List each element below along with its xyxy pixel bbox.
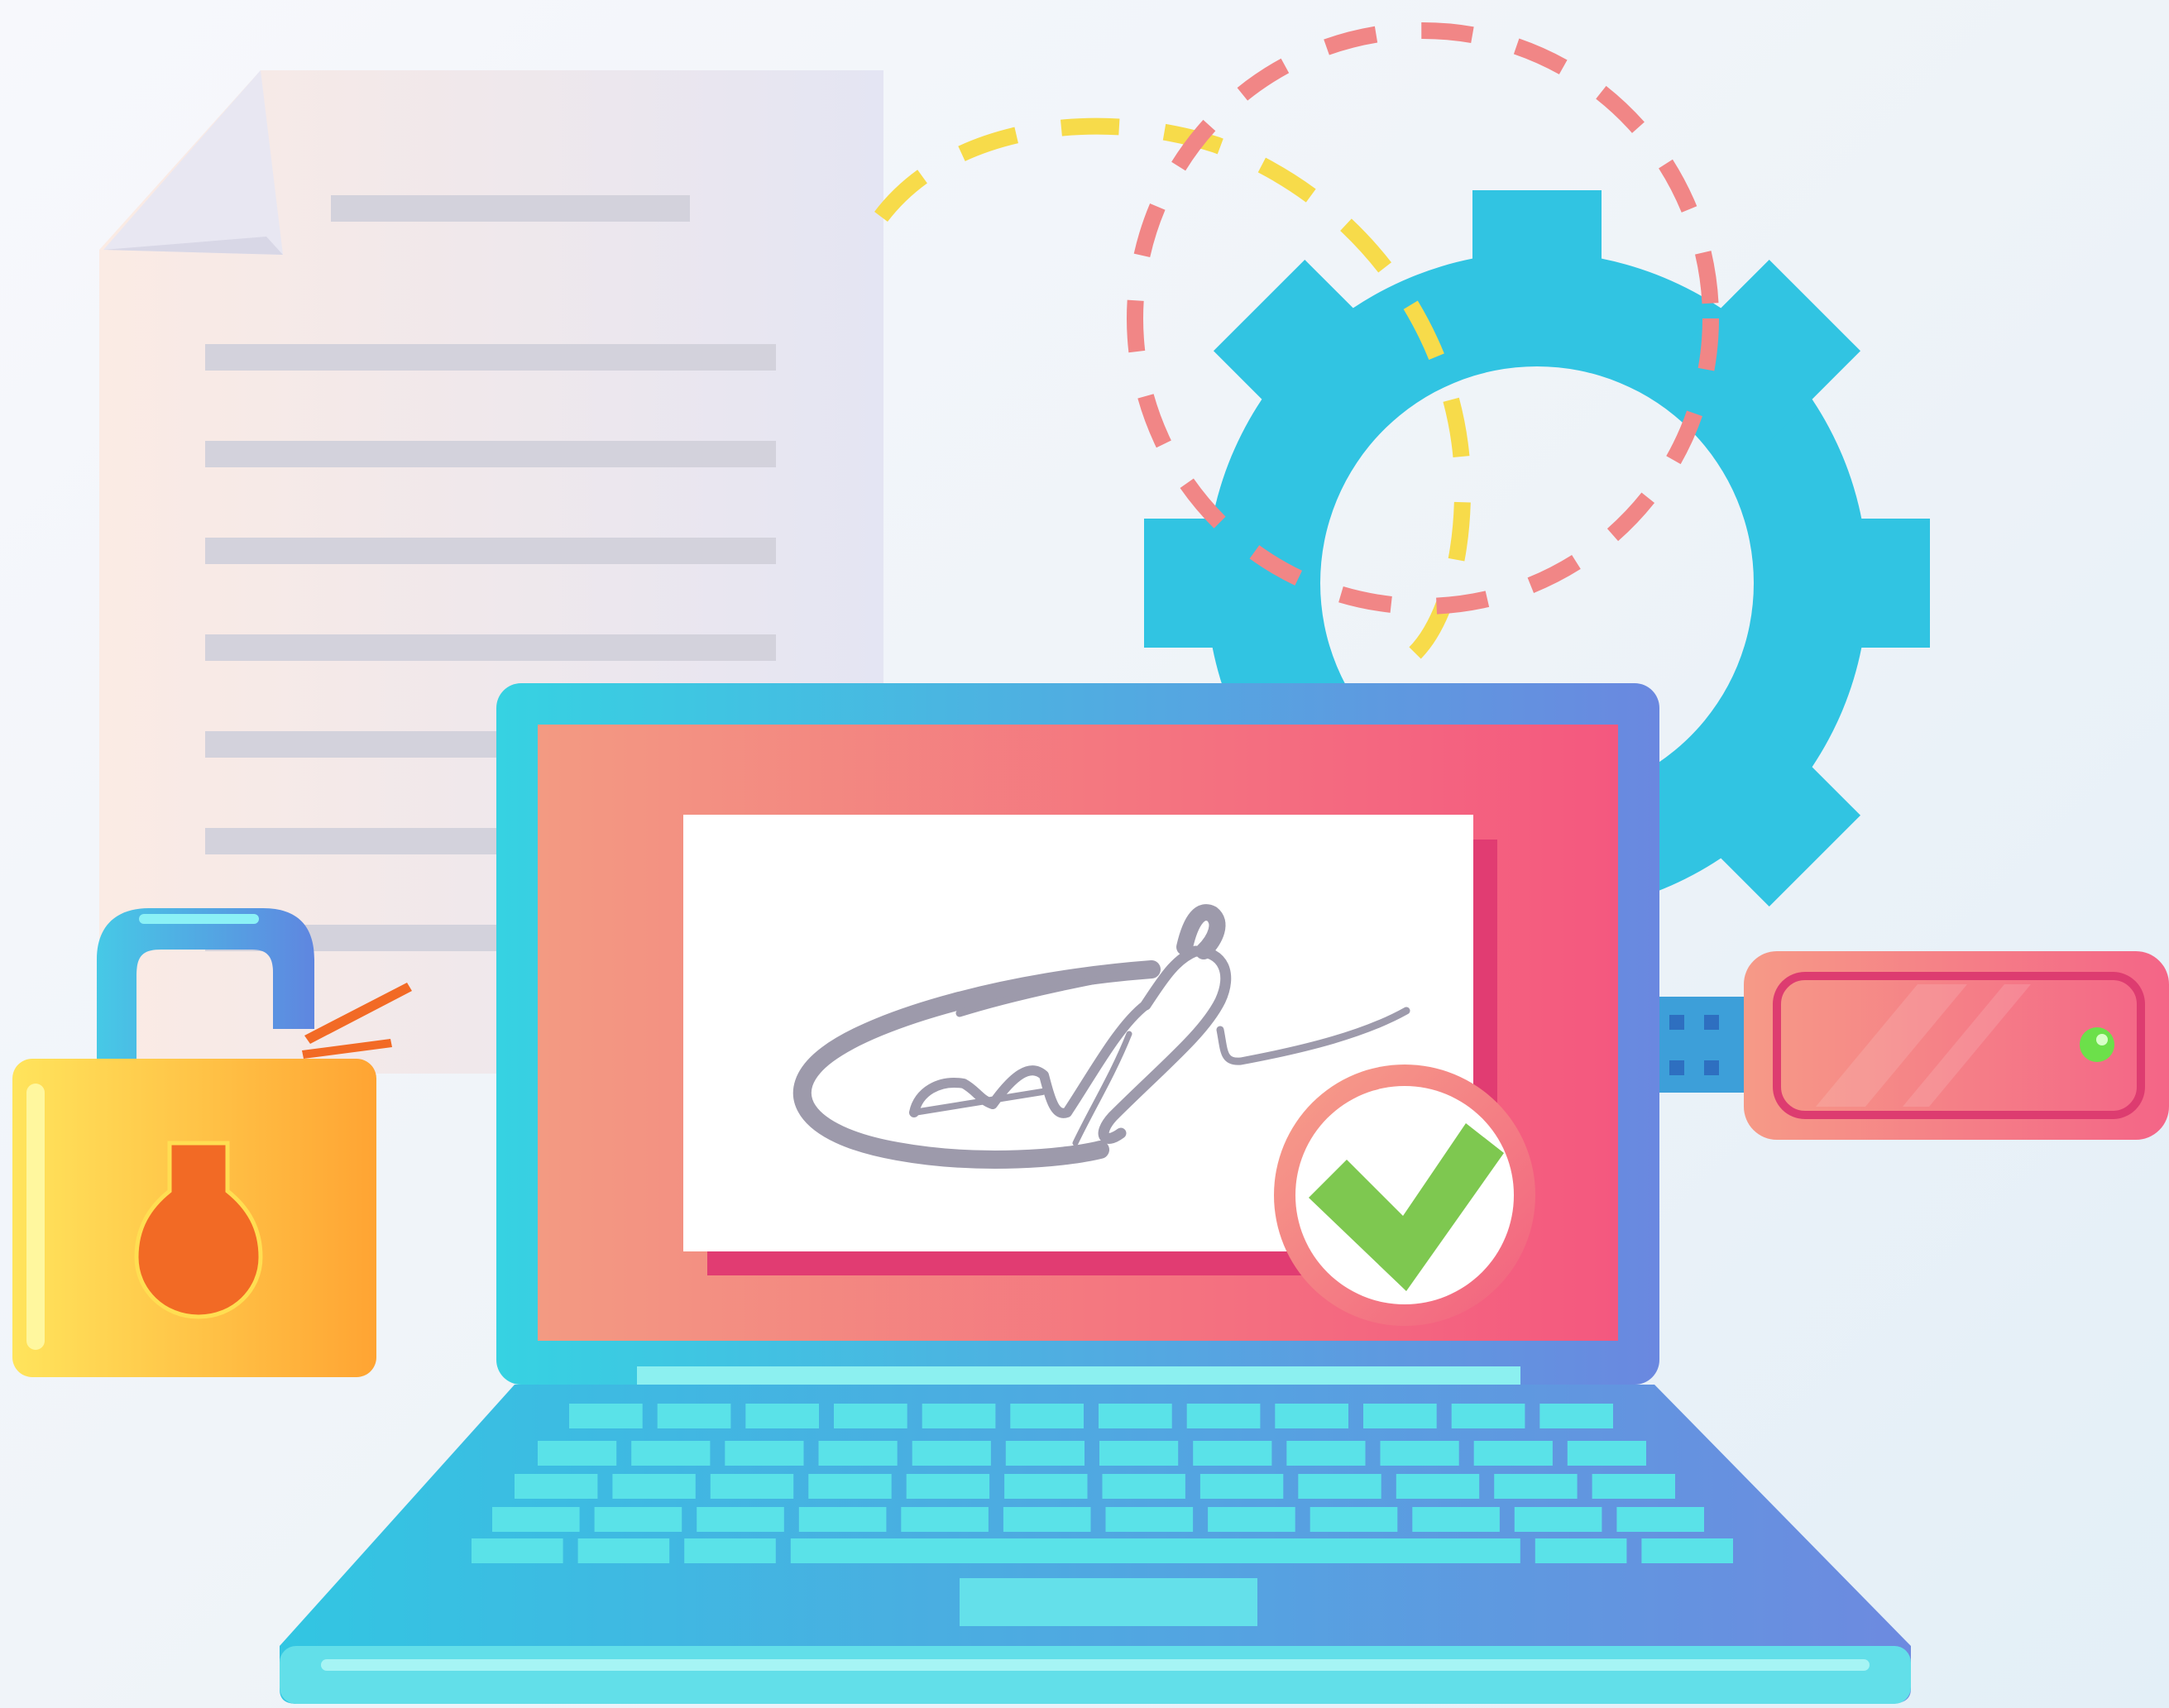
keyboard-key	[1567, 1441, 1646, 1466]
document-text-line	[205, 634, 776, 661]
document-folded-corner	[103, 70, 283, 255]
checkmark-badge	[1274, 1065, 1535, 1326]
keyboard-key	[1451, 1404, 1525, 1428]
keyboard-key	[1286, 1441, 1366, 1466]
document-title-line	[331, 195, 690, 222]
keyboard-key	[1616, 1507, 1704, 1532]
keyboard-key	[594, 1507, 682, 1532]
keyboard-key	[1099, 1404, 1172, 1428]
keyboard-key	[1310, 1507, 1398, 1532]
keyboard-key	[1010, 1404, 1084, 1428]
keyboard-key	[515, 1474, 598, 1499]
keyboard-key	[1473, 1441, 1553, 1466]
keyboard-key	[912, 1441, 991, 1466]
keyboard-key	[569, 1404, 643, 1428]
keyboard-key	[577, 1538, 670, 1563]
keyboard-key	[1005, 1441, 1084, 1466]
keyboard-key	[1193, 1441, 1272, 1466]
keyboard-key	[1363, 1404, 1437, 1428]
keyboard-key	[745, 1404, 819, 1428]
keyboard-key	[1380, 1441, 1459, 1466]
keyboard-key	[710, 1474, 794, 1499]
usb-led	[2080, 1027, 2114, 1062]
keyboard-key	[808, 1474, 892, 1499]
keyboard-key	[472, 1538, 563, 1563]
keyboard-key	[818, 1441, 898, 1466]
keyboard-key	[631, 1441, 711, 1466]
keyboard-key	[492, 1507, 580, 1532]
laptop-hinge	[637, 1366, 1520, 1385]
keyboard-key	[1592, 1474, 1675, 1499]
keyboard-key	[834, 1404, 907, 1428]
keyboard-key	[1003, 1507, 1091, 1532]
keyboard-key	[1199, 1474, 1284, 1499]
keyboard-key	[1275, 1404, 1348, 1428]
keyboard-key	[1099, 1441, 1179, 1466]
keyboard-key	[657, 1404, 731, 1428]
document-text-line	[205, 441, 776, 467]
document-text-line	[205, 538, 776, 564]
keyboard-key	[1186, 1404, 1261, 1428]
keyboard-key	[798, 1507, 887, 1532]
keyboard-key	[1298, 1474, 1381, 1499]
keyboard-key	[1535, 1538, 1627, 1563]
keyboard-key	[697, 1507, 784, 1532]
document-text-line	[205, 344, 776, 371]
keyboard-key	[612, 1474, 696, 1499]
digital-signature-illustration	[12, 22, 2169, 1704]
keyboard-key	[1514, 1507, 1602, 1532]
keyboard-key	[538, 1441, 617, 1466]
keyboard-key	[1494, 1474, 1578, 1499]
usb-token-icon	[1654, 951, 2169, 1140]
keyboard-key	[901, 1507, 989, 1532]
keyboard-key	[1208, 1507, 1295, 1532]
keyboard-key	[922, 1404, 996, 1428]
keyboard-key	[684, 1538, 776, 1563]
keyboard-key	[1539, 1404, 1613, 1428]
touchpad	[960, 1578, 1257, 1626]
keyboard	[472, 1404, 1733, 1563]
keyboard-key	[1102, 1474, 1185, 1499]
keyboard-key	[1004, 1474, 1088, 1499]
keyboard-key	[1105, 1507, 1194, 1532]
keyboard-key	[1412, 1507, 1500, 1532]
keyboard-key	[1641, 1538, 1733, 1563]
keyboard-key	[725, 1441, 804, 1466]
keyboard-key	[906, 1474, 990, 1499]
keyboard-key	[1396, 1474, 1480, 1499]
keyboard-spacebar	[798, 1538, 1444, 1563]
usb-connector	[1654, 997, 1747, 1093]
